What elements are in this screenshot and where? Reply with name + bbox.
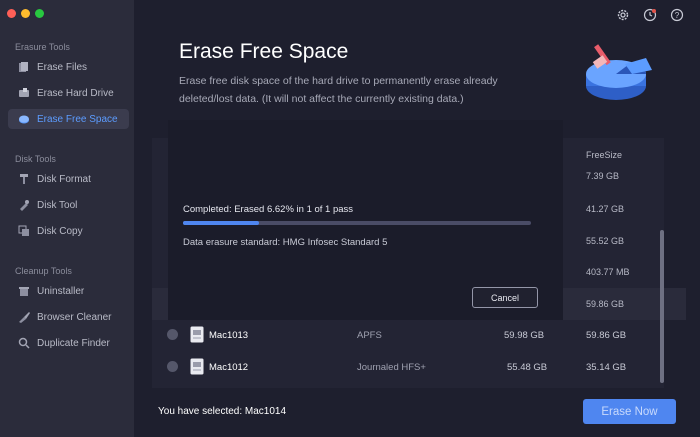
sidebar-item-label: Erase Free Space	[37, 113, 118, 125]
settings-gear-icon[interactable]	[616, 8, 630, 22]
tool-icon	[17, 198, 31, 212]
progress-status-text: Completed: Erased 6.62% in 1 of 1 pass	[183, 204, 354, 215]
section-title-cleanup-tools: Cleanup Tools	[15, 266, 72, 276]
cell-free: 59.86 GB	[586, 330, 627, 341]
uninstaller-icon	[17, 284, 31, 298]
table-scrollbar[interactable]	[660, 230, 664, 383]
erase-free-space-illustration-icon	[586, 44, 652, 100]
cell-format: Journaled HFS+	[357, 362, 426, 373]
close-window-button[interactable]	[7, 9, 16, 18]
sidebar-item-duplicate-finder[interactable]: Duplicate Finder	[8, 333, 129, 353]
browser-cleaner-icon	[17, 310, 31, 324]
cell-capacity: 55.48 GB	[507, 362, 548, 373]
cancel-button[interactable]: Cancel	[472, 287, 538, 308]
cell-format: APFS	[357, 330, 382, 341]
sidebar-item-browser-cleaner[interactable]: Browser Cleaner	[8, 307, 129, 327]
zoom-window-button[interactable]	[35, 9, 44, 18]
page-description: Erase free disk space of the hard drive …	[179, 75, 498, 105]
sidebar-item-label: Erase Hard Drive	[37, 87, 114, 99]
cell-free: 35.14 GB	[586, 362, 627, 373]
sidebar-item-label: Disk Format	[37, 173, 91, 185]
files-icon	[17, 60, 31, 74]
progress-bar-fill	[183, 221, 259, 225]
erase-now-button[interactable]: Erase Now	[583, 399, 676, 424]
page-title: Erase Free Space	[179, 40, 349, 63]
history-clock-icon[interactable]	[643, 8, 657, 22]
cell-capacity: 59.98 GB	[504, 330, 545, 341]
sidebar-item-label: Duplicate Finder	[37, 337, 110, 349]
selected-disk-text: You have selected: Mac1014	[158, 406, 287, 417]
copy-icon	[17, 224, 31, 238]
sidebar-item-disk-tool[interactable]: Disk Tool	[8, 195, 129, 215]
sidebar-item-label: Browser Cleaner	[37, 311, 112, 323]
svg-text:?: ?	[675, 11, 680, 20]
section-title-erasure-tools: Erasure Tools	[15, 42, 70, 52]
sidebar-item-label: Disk Tool	[37, 199, 78, 211]
cell-name: Mac1012	[209, 362, 249, 373]
app-window: Erasure Tools Erase Files Erase Hard Dri…	[0, 0, 700, 437]
table-row[interactable]: Mac1012 Journaled HFS+ 55.48 GB 35.14 GB	[152, 352, 664, 384]
duplicate-finder-icon	[17, 336, 31, 350]
sidebar-item-erase-free-space[interactable]: Erase Free Space	[8, 109, 129, 129]
help-icon[interactable]: ?	[670, 8, 684, 22]
sidebar-item-label: Erase Files	[37, 61, 88, 73]
sidebar: Erasure Tools Erase Files Erase Hard Dri…	[0, 0, 134, 437]
sidebar-item-label: Uninstaller	[37, 285, 85, 297]
freesize-value: 59.86 GB	[586, 299, 625, 309]
cell-name: Mac1013	[209, 330, 249, 341]
sidebar-item-disk-copy[interactable]: Disk Copy	[8, 221, 129, 241]
freesize-value: 41.27 GB	[586, 204, 625, 214]
sidebar-item-label: Disk Copy	[37, 225, 83, 237]
window-controls	[7, 9, 44, 18]
main-panel: ? Erase Free Space Erase free disk space…	[134, 0, 700, 437]
row-radio-button[interactable]	[167, 361, 178, 372]
minimize-window-button[interactable]	[21, 9, 30, 18]
sidebar-item-disk-format[interactable]: Disk Format	[8, 169, 129, 189]
freesize-value: 7.39 GB	[586, 171, 620, 181]
section-title-disk-tools: Disk Tools	[15, 154, 56, 164]
hard-drive-icon	[17, 86, 31, 100]
table-row[interactable]: Mac1013 APFS 59.98 GB 59.86 GB	[152, 320, 664, 352]
row-radio-button[interactable]	[167, 329, 178, 340]
freesize-value: 403.77 MB	[586, 267, 630, 277]
free-space-icon	[17, 112, 31, 126]
freesize-value: 55.52 GB	[586, 236, 625, 246]
disk-icon	[190, 326, 204, 343]
format-icon	[17, 172, 31, 186]
sidebar-item-erase-files[interactable]: Erase Files	[8, 57, 129, 77]
sidebar-item-uninstaller[interactable]: Uninstaller	[8, 281, 129, 301]
disk-icon	[190, 358, 204, 375]
sidebar-item-erase-hard-drive[interactable]: Erase Hard Drive	[8, 83, 129, 103]
erasure-standard-text: Data erasure standard: HMG Infosec Stand…	[183, 237, 388, 248]
progress-bar	[183, 221, 531, 225]
column-header-freesize: FreeSize	[586, 150, 623, 160]
